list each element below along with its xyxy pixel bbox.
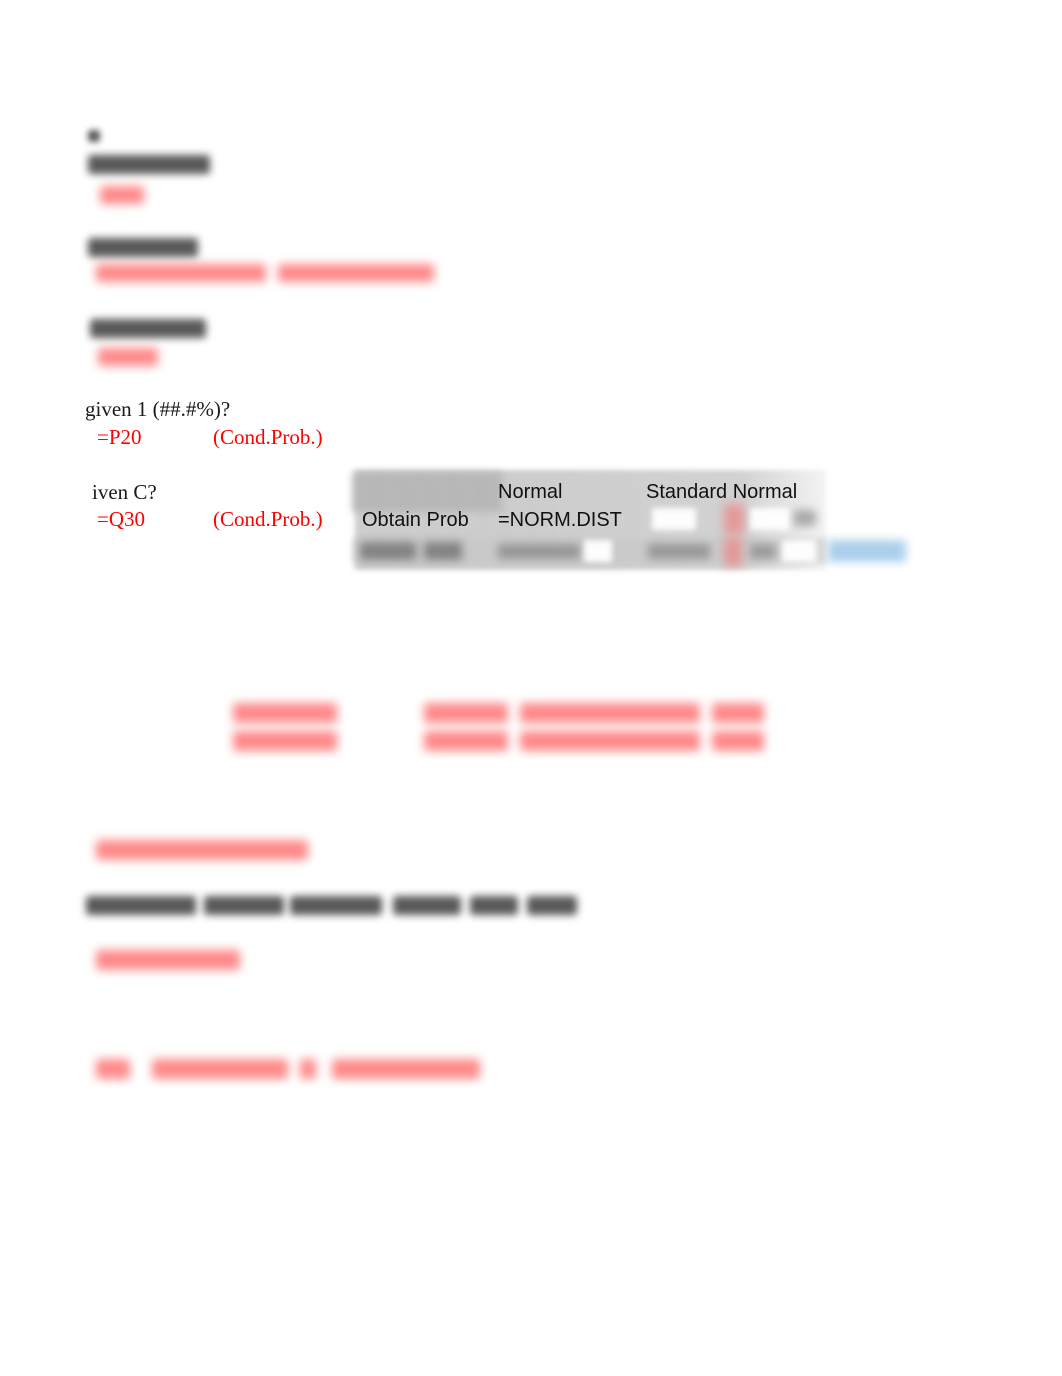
question-1-prompt: given 1 (##.#%)? (85, 397, 231, 421)
redacted-low-black-1b (204, 896, 284, 915)
highlighted-link-ghost[interactable] (828, 540, 906, 562)
table-column-header-standard-normal: Standard Normal (646, 481, 798, 503)
redacted-low-black-1a (86, 896, 196, 915)
redacted-low-black-1c (290, 896, 382, 915)
redacted-line-black-2 (88, 238, 198, 257)
redacted-mid-red-2c (520, 731, 700, 751)
question-1-answer-ref: =P20 (97, 425, 142, 449)
table-row2-ghost-sn-blank[interactable] (782, 540, 816, 562)
redacted-mid-red-2a (233, 731, 337, 751)
redacted-bottom-red-b (152, 1059, 288, 1079)
document-page: given 1 (##.#%)? =P20 (Cond.Prob.) iven … (0, 0, 1062, 1376)
redacted-line-red-3 (98, 348, 158, 366)
redacted-low-red-2 (96, 950, 240, 970)
table-row2-ghost-label-b[interactable] (424, 542, 462, 560)
probability-table-panel[interactable]: Normal Standard Normal Obtain Prob =NORM… (352, 470, 826, 570)
redacted-mid-red-1c (520, 703, 700, 723)
table-row2-ghost-sn[interactable] (648, 544, 710, 559)
question-2-prompt: iven C? (92, 480, 157, 504)
redacted-line-black-1 (88, 155, 210, 174)
table-cell-normal-obtain-prob[interactable]: =NORM.DIST (498, 510, 622, 530)
redacted-low-red-1 (96, 840, 308, 860)
redacted-bottom-red-c (300, 1059, 316, 1079)
redacted-line-red-2b (278, 264, 434, 282)
redacted-line-red-2a (96, 264, 266, 282)
question-2-answer-ref: =Q30 (97, 507, 146, 531)
table-cell-ghost-sn-b[interactable] (750, 508, 790, 530)
redacted-mid-red-1a (233, 703, 337, 723)
table-row-label-obtain-prob: Obtain Prob (362, 509, 469, 531)
redacted-mid-red-2d (712, 731, 764, 751)
redacted-line-red-1 (100, 186, 144, 204)
table-row2-ghost-sn-b[interactable] (750, 544, 776, 559)
redacted-low-black-1d (393, 896, 461, 915)
redacted-line-black-3 (90, 319, 206, 338)
question-2-answer-note: (Cond.Prob.) (213, 507, 323, 531)
table-row2-ghost-normal-blank[interactable] (584, 540, 612, 562)
table-cell-ghost-sn-c[interactable] (794, 510, 816, 526)
table-cell-ghost-sn-a[interactable] (652, 508, 696, 530)
redacted-low-black-1f (527, 896, 577, 915)
redacted-mid-red-1b (424, 703, 508, 723)
table-cell-ghost-sn-red[interactable] (724, 504, 744, 534)
redacted-mark (88, 130, 100, 142)
panel-corner-shade (352, 472, 502, 512)
question-1-answer-note: (Cond.Prob.) (213, 425, 323, 449)
redacted-mid-red-2b (424, 731, 508, 751)
table-column-header-normal: Normal (498, 481, 563, 503)
table-row2-ghost-sn-red[interactable] (724, 538, 742, 566)
redacted-low-black-1e (470, 896, 518, 915)
redacted-mid-red-1d (712, 703, 764, 723)
table-row2-ghost-normal[interactable] (498, 544, 580, 559)
table-row2-ghost-label-a[interactable] (360, 542, 416, 560)
redacted-bottom-red-d (332, 1059, 480, 1079)
redacted-bottom-red-a (96, 1059, 130, 1079)
